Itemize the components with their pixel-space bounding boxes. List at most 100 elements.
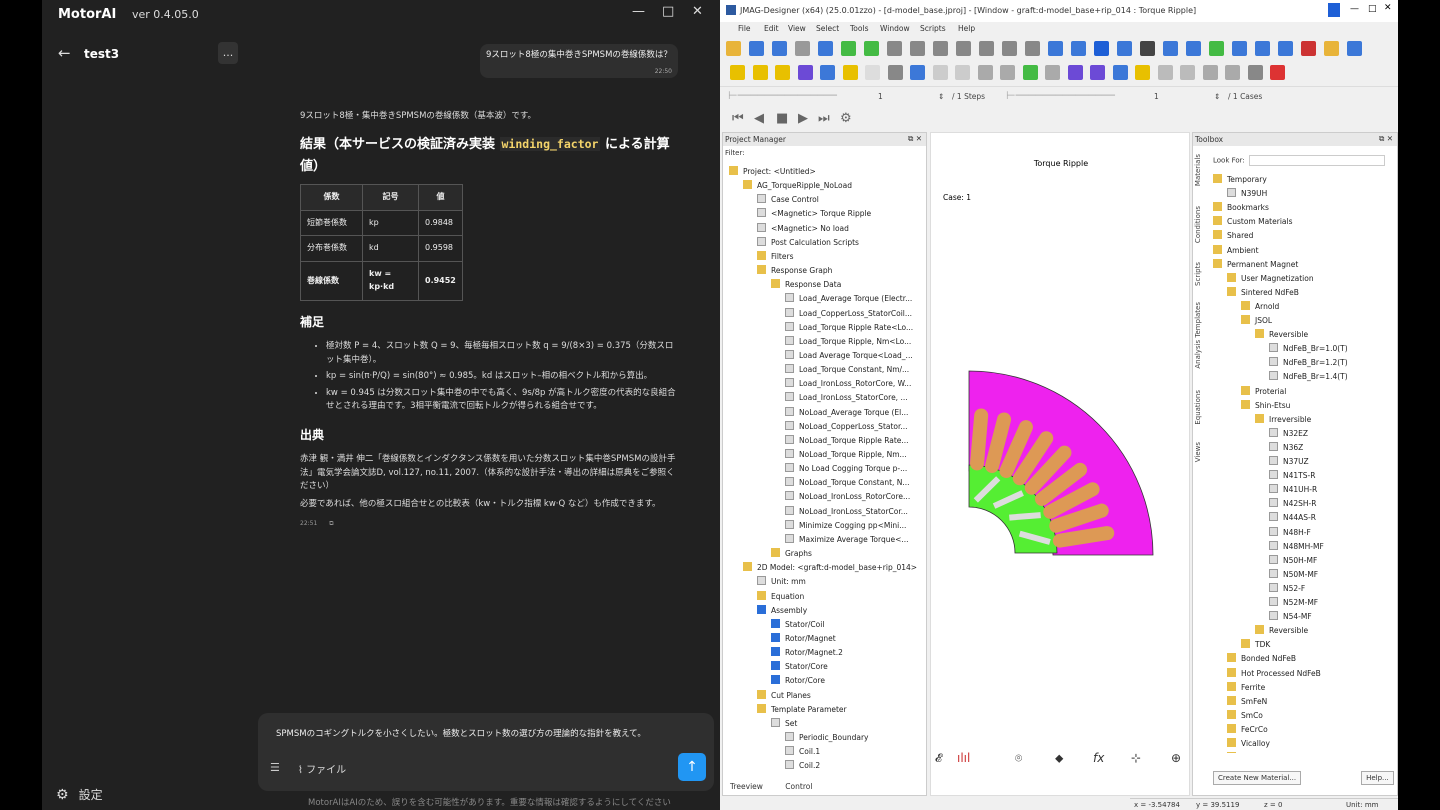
tree-item[interactable]: Shin-Etsu: [1241, 399, 1290, 413]
tree-item[interactable]: Assembly: [757, 604, 807, 618]
toolbar-icon[interactable]: [1202, 65, 1218, 80]
first-step-icon[interactable]: ⏮: [732, 111, 744, 126]
menu-select[interactable]: Select: [816, 24, 839, 33]
tree-item[interactable]: Load Average Torque<Load_...: [785, 349, 913, 363]
toolbar-icon[interactable]: [956, 41, 971, 56]
tree-item[interactable]: Response Graph: [757, 264, 832, 278]
tree-item[interactable]: Coil.2: [785, 759, 820, 773]
toolbar-icon[interactable]: [1090, 65, 1105, 80]
tree-item[interactable]: Permanent Magnet: [1213, 258, 1298, 272]
minimize-button[interactable]: —: [632, 4, 645, 19]
settings-button[interactable]: ⚙ 設定: [56, 786, 103, 803]
toolbar-icon[interactable]: [818, 41, 833, 56]
tree-item[interactable]: Load_CopperLoss_StatorCoil...: [785, 307, 912, 321]
toolbar-icon[interactable]: [841, 41, 856, 56]
toolbar-icon[interactable]: [1067, 65, 1083, 80]
tree-item[interactable]: N50M-MF: [1269, 568, 1318, 582]
view-icon[interactable]: ⌾: [1015, 751, 1022, 766]
tree-item[interactable]: N54-MF: [1269, 610, 1312, 624]
tree-item[interactable]: NoLoad_Torque Ripple, Nm...: [785, 448, 907, 462]
tree-item[interactable]: Load_Torque Constant, Nm/...: [785, 363, 909, 377]
message-input[interactable]: SPMSMのコギングトルクを小さくしたい。極数とスロット数の選び方の理論的な指針…: [276, 727, 646, 739]
function-icon[interactable]: fx: [1093, 751, 1104, 765]
toolbar-icon[interactable]: [1112, 65, 1128, 80]
toolbar-icon[interactable]: [1163, 41, 1178, 56]
tree-item[interactable]: Bookmarks: [1213, 201, 1269, 215]
tree-item[interactable]: NdFeB_Br=1.2(T): [1269, 356, 1348, 370]
toolbar-icon[interactable]: [730, 65, 745, 80]
toolbar-icon[interactable]: [1157, 65, 1173, 80]
tree-item[interactable]: Equation: [757, 590, 804, 604]
tree-item[interactable]: Rotor/Core: [771, 674, 825, 688]
tree-item[interactable]: Periodic_Boundary: [785, 731, 868, 745]
toolbar-icon[interactable]: [749, 41, 764, 56]
chat-thread[interactable]: 9スロット8極の集中巻きSPMSMの巻線係数は？ 22:50 9スロット8極・集…: [280, 38, 712, 718]
tree-item[interactable]: User Magnetization: [1227, 272, 1314, 286]
toolbar-icon[interactable]: [1186, 41, 1201, 56]
toolbar-icon[interactable]: [1324, 41, 1339, 56]
material-tree[interactable]: Temporary N39UH Bookmarks Custom Materials S…: [1213, 173, 1393, 753]
filter-field[interactable]: Filter:: [723, 146, 926, 160]
tree-item[interactable]: Irreversible: [1255, 413, 1311, 427]
checkbox-icon[interactable]: [771, 618, 780, 628]
toolbar-icon[interactable]: [1247, 65, 1263, 80]
tab-treeview[interactable]: Treeview: [730, 782, 763, 791]
account-icon[interactable]: [1328, 3, 1340, 17]
tree-item[interactable]: AlNiCo: [1227, 751, 1266, 753]
tree-item[interactable]: AG_TorqueRipple_NoLoad: [743, 179, 852, 193]
previous-step-icon[interactable]: ◀: [754, 111, 764, 126]
toolbar-icon[interactable]: [1232, 41, 1247, 56]
close-button[interactable]: ✕: [1384, 3, 1392, 13]
toolbar-icon[interactable]: [1140, 41, 1155, 56]
tree-item[interactable]: FeCrCo: [1227, 723, 1268, 737]
tree-item[interactable]: NoLoad_Torque Ripple Rate...: [785, 434, 909, 448]
side-tab-views[interactable]: Views: [1194, 442, 1202, 462]
side-tab-materials[interactable]: Materials: [1194, 154, 1202, 186]
tree-item[interactable]: Ferrite: [1227, 681, 1265, 695]
tree-item[interactable]: Arnold: [1241, 300, 1279, 314]
tree-item[interactable]: Project: <Untitled>: [729, 165, 816, 179]
checkbox-icon[interactable]: [771, 675, 780, 685]
menu-file[interactable]: File: [738, 24, 751, 33]
tree-item[interactable]: N52-F: [1269, 582, 1305, 596]
toolbar-icon[interactable]: [1301, 41, 1316, 56]
tree-item[interactable]: N41TS-R: [1269, 469, 1315, 483]
tree-item[interactable]: Response Data: [771, 278, 841, 292]
toolbar-icon[interactable]: [1071, 41, 1086, 56]
toolbar-icon[interactable]: [752, 65, 768, 80]
tab-control[interactable]: Control: [785, 782, 812, 791]
tree-item[interactable]: Maximize Average Torque<...: [785, 533, 909, 547]
tree-item[interactable]: N39UH: [1227, 187, 1267, 201]
toolbar-icon[interactable]: [1002, 41, 1017, 56]
toolbar-icon[interactable]: [933, 41, 948, 56]
side-tab-equations[interactable]: Equations: [1194, 390, 1202, 425]
tree-item[interactable]: JSOL: [1241, 314, 1272, 328]
tree-item[interactable]: Load_Average Torque (Electr...: [785, 292, 912, 306]
menu-tools[interactable]: Tools: [850, 24, 868, 33]
options-icon[interactable]: ☰: [270, 761, 280, 774]
toolbar-icon[interactable]: [864, 41, 879, 56]
tree-item[interactable]: Stator/Coil: [771, 618, 824, 632]
tree-item[interactable]: N37UZ: [1269, 455, 1309, 469]
toolbar-icon[interactable]: [775, 65, 790, 80]
tag-icon[interactable]: ⬥: [1055, 751, 1063, 766]
menu-window[interactable]: Window: [880, 24, 910, 33]
toolbar-icon[interactable]: [1270, 65, 1285, 80]
menu-edit[interactable]: Edit: [764, 24, 779, 33]
step-slider[interactable]: ⊢───────────────: [728, 89, 837, 102]
toolbar-icon[interactable]: [1048, 41, 1063, 56]
attach-file-button[interactable]: ⌇ ファイル: [298, 761, 346, 776]
tree-item[interactable]: N36Z: [1269, 441, 1303, 455]
toolbar-icon[interactable]: [1000, 65, 1015, 80]
tree-item[interactable]: Ambient: [1213, 244, 1259, 258]
toolbar-icon[interactable]: [1278, 41, 1293, 56]
checkbox-icon[interactable]: [771, 632, 780, 642]
toolbar-icon[interactable]: [842, 65, 858, 80]
maximize-button[interactable]: □: [662, 4, 674, 19]
tree-item[interactable]: Load_Torque Ripple, Nm<Lo...: [785, 335, 911, 349]
case-value[interactable]: 1: [1154, 92, 1159, 101]
step-value[interactable]: 1: [878, 92, 883, 101]
tree-item[interactable]: Case Control: [757, 193, 819, 207]
tree-item[interactable]: N48H-F: [1269, 526, 1311, 540]
tree-item[interactable]: N48MH-MF: [1269, 540, 1324, 554]
